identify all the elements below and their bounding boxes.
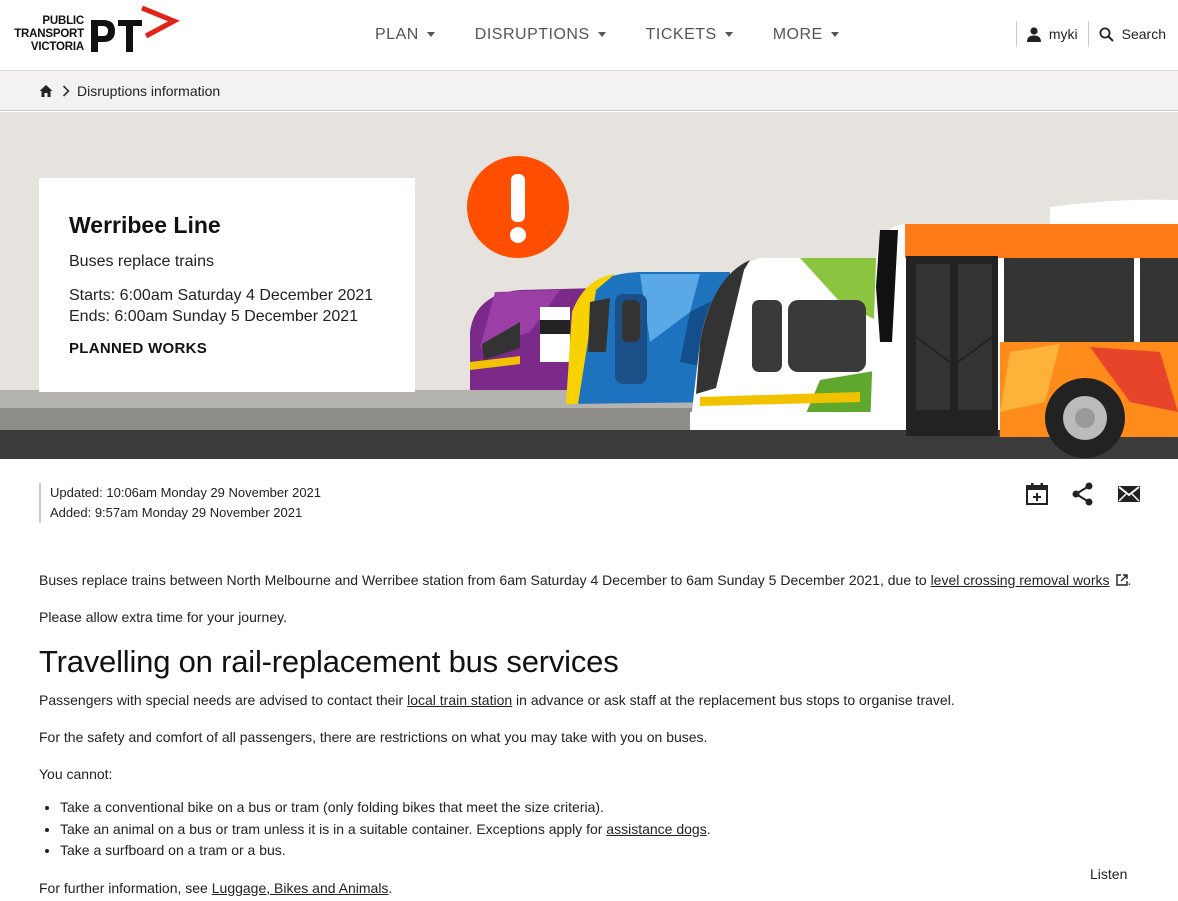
intro-paragraph: Buses replace trains between North Melbo… — [39, 572, 1132, 588]
disruption-summary-card: Werribee Line Buses replace trains Start… — [39, 178, 415, 392]
added-time: Added: 9:57am Monday 29 November 2021 — [50, 505, 303, 520]
listen-button[interactable]: Listen — [1090, 866, 1127, 882]
ends-time: Ends: 6:00am Sunday 5 December 2021 — [69, 308, 359, 325]
user-icon — [1026, 26, 1041, 42]
nav-disruptions[interactable]: DISRUPTIONS — [475, 26, 606, 44]
safety-text: For the safety and comfort of all passen… — [39, 729, 708, 745]
logo-wordmark: PUBLIC TRANSPORT VICTORIA — [14, 15, 84, 53]
myki-link[interactable]: myki — [1026, 26, 1078, 42]
list-item: Take a conventional bike on a bus or tra… — [60, 797, 1149, 819]
chevron-right-icon — [62, 84, 70, 97]
utility-nav: myki Search — [1006, 20, 1166, 48]
disruption-subtitle: Buses replace trains — [69, 253, 214, 270]
breadcrumb-current: Disruptions information — [77, 82, 221, 99]
local-train-station-link[interactable]: local train station — [407, 692, 512, 708]
chevron-down-icon — [597, 31, 606, 37]
intro-text: Buses replace trains between North Melbo… — [39, 572, 931, 588]
search-icon — [1099, 27, 1114, 42]
site-header: PUBLIC TRANSPORT VICTORIA PLAN DISRUPTIO… — [0, 0, 1178, 71]
main-content: Buses replace trains between North Melbo… — [39, 570, 1149, 901]
breadcrumb: Disruptions information — [0, 71, 1178, 111]
myki-label: myki — [1048, 26, 1078, 42]
hero-banner: Werribee Line Buses replace trains Start… — [0, 112, 1178, 459]
further-info-paragraph: For further information, see Luggage, Bi… — [39, 879, 393, 896]
list-item: Take an animal on a bus or tram unless i… — [60, 819, 1149, 841]
chevron-down-icon — [830, 31, 839, 37]
divider — [1015, 21, 1017, 47]
cannot-label: You cannot: — [39, 766, 113, 782]
nav-more[interactable]: MORE — [773, 26, 839, 44]
search-label: Search — [1121, 26, 1166, 42]
disruption-type: PLANNED WORKS — [69, 340, 208, 357]
divider — [1087, 21, 1089, 47]
external-link-icon — [1115, 574, 1128, 586]
search-button[interactable]: Search — [1099, 26, 1166, 42]
luggage-bikes-animals-link[interactable]: Luggage, Bikes and Animals — [212, 880, 389, 896]
list-item: Take a surfboard on a tram or a bus. — [60, 840, 1149, 862]
share-icon[interactable] — [1070, 481, 1096, 507]
level-crossing-link[interactable]: level crossing removal works — [931, 572, 1110, 588]
ptv-logo[interactable]: PUBLIC TRANSPORT VICTORIA — [12, 6, 182, 58]
update-info: Updated: 10:06am Monday 29 November 2021… — [39, 483, 321, 523]
email-icon[interactable] — [1116, 481, 1142, 507]
home-icon[interactable] — [39, 84, 53, 98]
starts-time: Starts: 6:00am Saturday 4 December 2021 — [69, 287, 374, 304]
calendar-add-icon[interactable] — [1024, 481, 1050, 507]
updated-time: Updated: 10:06am Monday 29 November 2021 — [50, 485, 322, 500]
nav-tickets[interactable]: TICKETS — [646, 26, 733, 44]
chevron-down-icon — [426, 31, 435, 37]
main-nav: PLAN DISRUPTIONS TICKETS MORE — [355, 0, 859, 70]
special-needs-paragraph: Passengers with special needs are advise… — [39, 692, 955, 708]
restrictions-list: Take a conventional bike on a bus or tra… — [60, 797, 1149, 862]
section-heading: Travelling on rail-replacement bus servi… — [39, 644, 619, 679]
chevron-down-icon — [724, 31, 733, 37]
nav-plan[interactable]: PLAN — [375, 26, 435, 44]
pt-logo-mark — [91, 6, 180, 52]
allow-time-text: Please allow extra time for your journey… — [39, 609, 287, 625]
assistance-dogs-link[interactable]: assistance dogs — [606, 821, 706, 837]
action-icons — [1004, 481, 1142, 507]
line-title: Werribee Line — [69, 212, 221, 238]
